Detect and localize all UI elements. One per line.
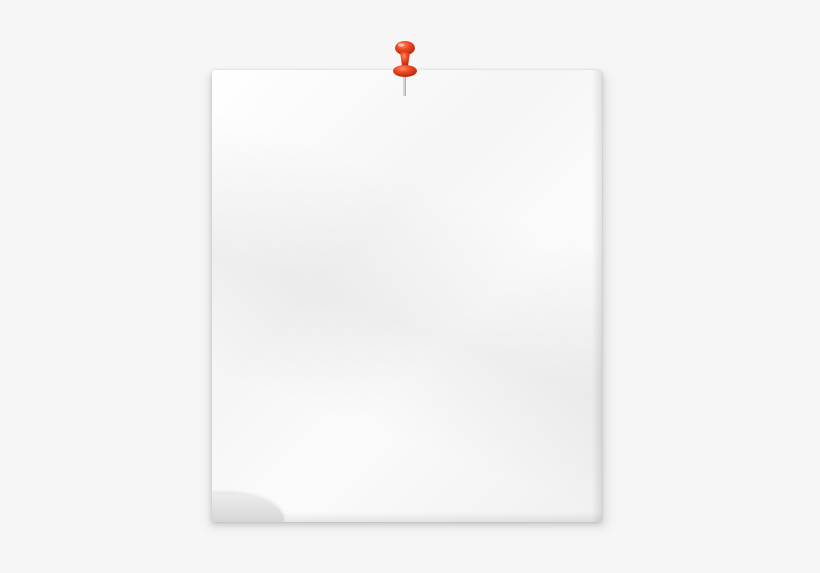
- canvas: [0, 0, 820, 573]
- paper-sheen: [212, 70, 602, 522]
- paper-edge: [592, 70, 602, 522]
- pushpin-icon: [388, 40, 422, 98]
- paper-note: [212, 70, 602, 522]
